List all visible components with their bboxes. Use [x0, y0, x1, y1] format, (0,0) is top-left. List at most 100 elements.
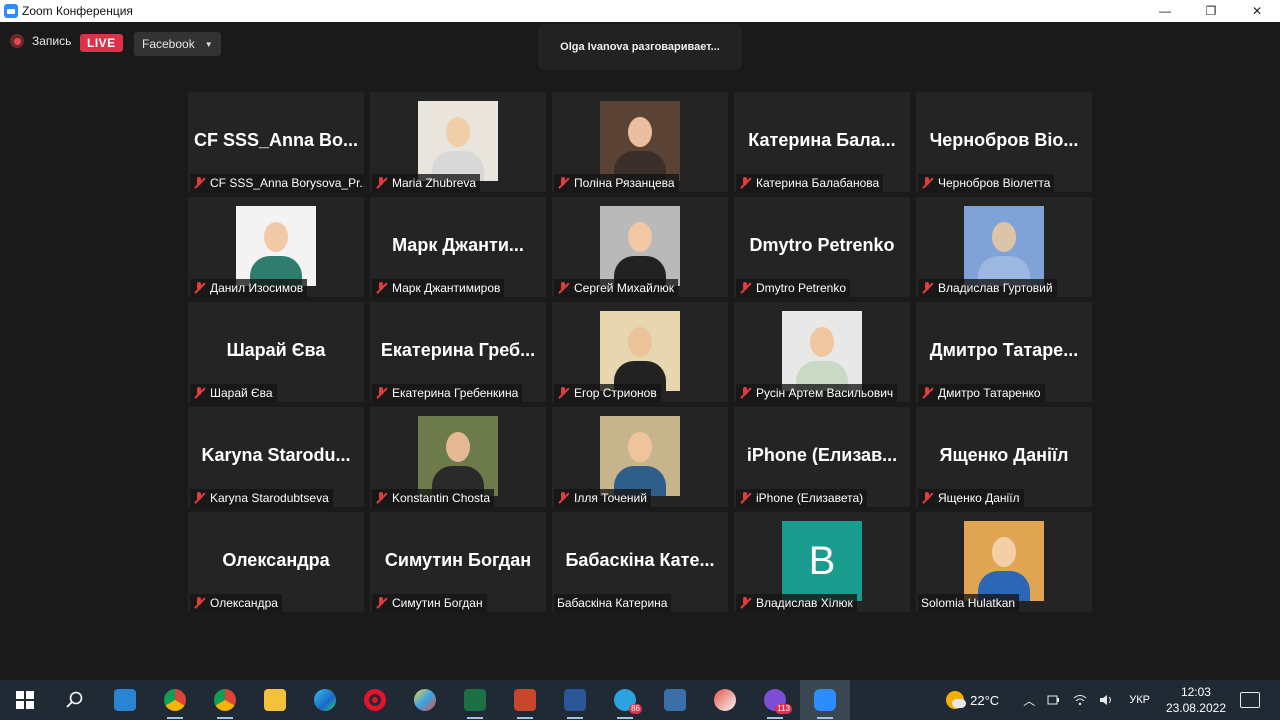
- close-button[interactable]: ✕: [1234, 0, 1280, 22]
- participant-video: [600, 101, 680, 181]
- mic-muted-icon: [921, 177, 934, 189]
- participant-name: Ященко Даніїл: [938, 491, 1020, 505]
- participant-tile[interactable]: Karyna Starodu... Karyna Starodubtseva: [188, 407, 364, 507]
- taskbar-clock[interactable]: 12:03 23.08.2022: [1166, 684, 1226, 716]
- taskbar-chrome-2[interactable]: [200, 680, 250, 720]
- taskbar-calculator[interactable]: [650, 680, 700, 720]
- stream-target-dropdown[interactable]: Facebook ▼: [134, 32, 221, 56]
- chrome-icon: [214, 689, 236, 711]
- participant-name: Dmytro Petrenko: [756, 281, 847, 295]
- mic-muted-icon: [557, 282, 570, 294]
- window-titlebar: Zoom Конференция — ❐ ✕: [0, 0, 1280, 22]
- participant-name: Симутин Богдан: [392, 596, 483, 610]
- mic-muted-icon: [193, 597, 206, 609]
- participant-name: Олександра: [210, 596, 278, 610]
- participant-tile[interactable]: Симутин Богдан Симутин Богдан: [370, 512, 546, 612]
- participant-tile[interactable]: Катерина Бала... Катерина Балабанова: [734, 92, 910, 192]
- search-button[interactable]: [50, 680, 100, 720]
- participant-name-label: Поліна Рязанцева: [554, 174, 679, 192]
- participant-tile[interactable]: Бабаскіна Кате... Бабаскіна Катерина: [552, 512, 728, 612]
- mic-muted-icon: [375, 597, 388, 609]
- record-label: Запись: [32, 34, 72, 48]
- taskbar-snip[interactable]: [700, 680, 750, 720]
- participant-name: Konstantin Chosta: [392, 491, 491, 505]
- participant-tile[interactable]: Русін Артем Васильович: [734, 302, 910, 402]
- participant-display-name: Марк Джанти...: [392, 235, 524, 255]
- participant-display-name: Чернобров Віо...: [929, 130, 1079, 150]
- participant-tile[interactable]: Maria Zhubreva: [370, 92, 546, 192]
- clock-time: 12:03: [1180, 685, 1211, 699]
- restore-button[interactable]: ❐: [1188, 0, 1234, 22]
- participant-tile[interactable]: Ілля Точений: [552, 407, 728, 507]
- participant-video: [600, 311, 680, 391]
- participant-name: Русін Артем Васильович: [756, 386, 894, 400]
- palette-icon: [414, 689, 436, 711]
- person-silhouette-icon: [600, 311, 680, 391]
- participant-display-name: Дмитро Татаре...: [929, 340, 1079, 360]
- chevron-down-icon: ▼: [204, 39, 213, 49]
- chevron-up-icon[interactable]: ︿: [1023, 692, 1035, 709]
- participant-tile[interactable]: CF SSS_Anna Bo... CF SSS_Anna Borysova_Pr…: [188, 92, 364, 192]
- taskbar-opera[interactable]: [350, 680, 400, 720]
- participant-name: Дмитро Татаренко: [938, 386, 1041, 400]
- mic-muted-icon: [739, 282, 752, 294]
- participant-tile[interactable]: Сергей Михайлюк: [552, 197, 728, 297]
- notifications-icon[interactable]: [1240, 692, 1260, 708]
- active-speaker-banner: Olga Ivanova разговаривает...: [538, 24, 742, 70]
- participant-tile[interactable]: Ященко Даніїл Ященко Даніїл: [916, 407, 1092, 507]
- speaker-icon[interactable]: [1099, 694, 1113, 706]
- stream-target-label: Facebook: [142, 37, 195, 51]
- store-icon: [114, 689, 136, 711]
- taskbar-excel[interactable]: [450, 680, 500, 720]
- participant-tile[interactable]: Solomia Hulatkan: [916, 512, 1092, 612]
- participant-tile[interactable]: iPhone (Елизав... iPhone (Елизавета): [734, 407, 910, 507]
- participant-name-label: CF SSS_Anna Borysova_Pr...: [190, 174, 364, 192]
- taskbar-powerpoint[interactable]: [500, 680, 550, 720]
- participant-tile[interactable]: Konstantin Chosta: [370, 407, 546, 507]
- taskbar-paint[interactable]: [400, 680, 450, 720]
- participant-tile[interactable]: Егор Стрионов: [552, 302, 728, 402]
- taskbar-explorer[interactable]: [250, 680, 300, 720]
- wifi-icon[interactable]: [1073, 694, 1087, 706]
- taskbar-chrome-1[interactable]: [150, 680, 200, 720]
- recording-indicator[interactable]: Запись: [10, 34, 71, 48]
- start-button[interactable]: [0, 680, 50, 720]
- participant-name-label: Maria Zhubreva: [372, 174, 481, 192]
- chrome-icon: [164, 689, 186, 711]
- live-badge[interactable]: LIVE: [80, 34, 123, 52]
- participant-tile[interactable]: Олександра Олександра: [188, 512, 364, 612]
- participant-name: Maria Zhubreva: [392, 176, 477, 190]
- taskbar-zoom[interactable]: [800, 680, 850, 720]
- participant-name-label: Ященко Даніїл: [918, 489, 1024, 507]
- participant-tile[interactable]: Шарай Єва Шарай Єва: [188, 302, 364, 402]
- participant-display-name: Бабаскіна Кате...: [565, 550, 715, 570]
- participant-name-label: Симутин Богдан: [372, 594, 487, 612]
- taskbar-viber[interactable]: 113: [750, 680, 800, 720]
- participant-tile[interactable]: Поліна Рязанцева: [552, 92, 728, 192]
- participant-tile[interactable]: Dmytro Petrenko Dmytro Petrenko: [734, 197, 910, 297]
- participant-avatar: B: [782, 521, 862, 601]
- participant-tile[interactable]: Марк Джанти... Марк Джантимиров: [370, 197, 546, 297]
- language-indicator[interactable]: УКР: [1129, 694, 1150, 706]
- taskbar-store[interactable]: [100, 680, 150, 720]
- participant-tile[interactable]: Екатерина Греб... Екатерина Гребенкина: [370, 302, 546, 402]
- participant-tile[interactable]: Владислав Гуртовий: [916, 197, 1092, 297]
- viber-unread-badge: 113: [775, 704, 792, 714]
- window-title: Zoom Конференция: [22, 4, 133, 18]
- taskbar-word[interactable]: [550, 680, 600, 720]
- taskbar-telegram[interactable]: 86: [600, 680, 650, 720]
- participant-display-name: Катерина Бала...: [748, 130, 896, 150]
- participant-tile[interactable]: B Владислав Хілюк: [734, 512, 910, 612]
- mic-muted-icon: [557, 387, 570, 399]
- battery-icon[interactable]: [1047, 694, 1061, 706]
- participant-name: Владислав Гуртовий: [938, 281, 1053, 295]
- participant-name-label: Бабаскіна Катерина: [554, 594, 672, 612]
- temperature[interactable]: 22°C: [970, 693, 999, 708]
- participant-name: Егор Стрионов: [574, 386, 657, 400]
- mic-muted-icon: [739, 597, 752, 609]
- participant-tile[interactable]: Данил Изосимов: [188, 197, 364, 297]
- minimize-button[interactable]: —: [1142, 0, 1188, 22]
- participant-tile[interactable]: Чернобров Віо... Чернобров Віолетта: [916, 92, 1092, 192]
- participant-tile[interactable]: Дмитро Татаре... Дмитро Татаренко: [916, 302, 1092, 402]
- taskbar-edge[interactable]: [300, 680, 350, 720]
